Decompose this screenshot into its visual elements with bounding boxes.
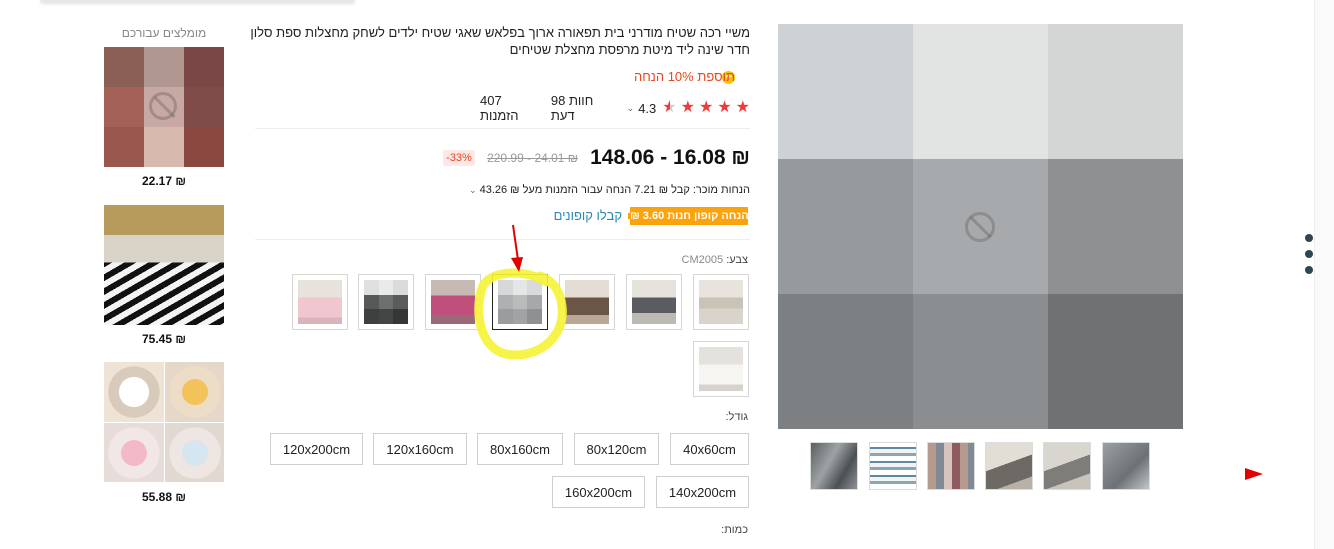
- gallery-thumb-4[interactable]: [927, 442, 975, 490]
- discount-badge: -33%: [443, 150, 475, 166]
- chevron-down-icon[interactable]: ⌄: [469, 185, 477, 195]
- gallery-thumb-1[interactable]: [1102, 442, 1150, 490]
- size-option-80x160[interactable]: 80x160cm: [477, 433, 563, 465]
- more-options-icon[interactable]: [1305, 234, 1313, 282]
- top-bar-shadow: [40, 0, 355, 3]
- size-option-80x120[interactable]: 80x120cm: [574, 433, 659, 465]
- play-arrow-icon[interactable]: [1245, 468, 1263, 480]
- rating-row: ★ ★ ★ ★ ★ 4.3 ⌄ 98 חוות דעת 407 הזמנות: [480, 93, 750, 123]
- seller-discount-text: הנחות מוכר: קבל ₪ 7.21 הנחה עבור הזמנות …: [479, 184, 750, 196]
- star-icon: ★: [680, 99, 695, 116]
- recommended-item-image[interactable]: [104, 205, 224, 325]
- review-count[interactable]: 98 חוות דעת: [551, 93, 609, 123]
- color-swatch-dark-gray-sofa[interactable]: [626, 274, 682, 330]
- size-option-120x200[interactable]: 120x200cm: [270, 433, 363, 465]
- size-label: גודל:: [725, 411, 749, 423]
- color-swatch-pink-rug[interactable]: [292, 274, 348, 330]
- scrollbar[interactable]: [1314, 0, 1334, 549]
- current-price: ₪ 16.08 - 148.06: [590, 146, 750, 169]
- seller-discount[interactable]: הנחות מוכר: קבל ₪ 7.21 הנחה עבור הזמנות …: [469, 184, 750, 196]
- product-title: משיי רכה שטיח מודרני בית תפאורה ארוך בפל…: [250, 25, 750, 57]
- color-label-text: צבע:: [726, 254, 748, 266]
- star-icon: ★: [698, 99, 714, 116]
- size-option-140x200[interactable]: 140x200cm: [656, 476, 749, 508]
- color-label: צבע: CM2005: [600, 254, 748, 266]
- star-icon: ★: [735, 99, 750, 116]
- quantity-label: כמות:: [721, 524, 748, 536]
- size-option-40x60[interactable]: 40x60cm: [670, 433, 749, 465]
- rating-value[interactable]: 4.3: [638, 101, 656, 116]
- size-option-120x160[interactable]: 120x160cm: [373, 433, 467, 465]
- chevron-down-icon[interactable]: ⌄: [627, 103, 635, 114]
- star-icon: ★: [717, 99, 732, 116]
- recommended-title: מומלצים עבורכם: [121, 26, 207, 40]
- store-coupon-badge: ₪ 3.60 הנחה קופון חנות: [628, 207, 749, 225]
- recommended-item-price: ₪ 55.88: [142, 490, 186, 504]
- recommended-item-price: ₪ 75.45: [142, 332, 186, 346]
- size-option-160x200[interactable]: 160x200cm: [552, 476, 645, 508]
- gallery-thumb-3[interactable]: [985, 442, 1033, 490]
- blocked-image-icon: [965, 212, 995, 242]
- gallery-thumb-2[interactable]: [1043, 442, 1091, 490]
- order-count: 407 הזמנות: [480, 93, 519, 123]
- color-swatch-dark-gray-blocks[interactable]: [358, 274, 414, 330]
- highlight-annotation: [474, 224, 567, 360]
- gallery-thumb-5[interactable]: [869, 442, 917, 490]
- divider: [255, 128, 750, 129]
- gallery-thumb-6[interactable]: [810, 442, 858, 490]
- color-swatch-beige-sofa[interactable]: [693, 274, 749, 330]
- blocked-image-icon: [149, 92, 177, 120]
- promo-extra-discount: תוספת 10% הנחה: [633, 69, 735, 84]
- color-selected-value: CM2005: [681, 254, 724, 266]
- recommended-item-image[interactable]: [104, 362, 224, 482]
- half-star-icon: ★: [662, 99, 677, 116]
- recommended-item-price: ₪ 22.17: [142, 174, 186, 188]
- original-price: ₪ 24.01 - 220.99: [487, 151, 578, 165]
- color-swatch-white-rug[interactable]: [693, 341, 749, 397]
